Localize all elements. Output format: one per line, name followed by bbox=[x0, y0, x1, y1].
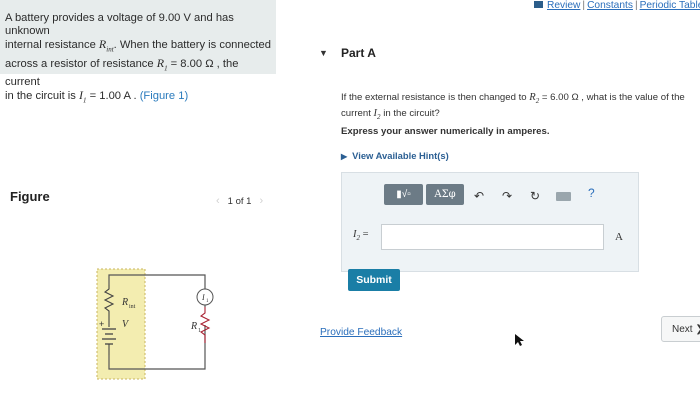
problem-line: across a resistor of resistance R1 = 8.0… bbox=[5, 56, 239, 88]
book-icon bbox=[534, 1, 543, 8]
redo-icon[interactable]: ↷ bbox=[502, 189, 512, 203]
problem-line: internal resistance Rint. When the batte… bbox=[5, 37, 271, 54]
circuit-diagram: R int + V I 1 R 1 bbox=[96, 268, 214, 380]
undo-icon[interactable]: ↶ bbox=[474, 189, 484, 203]
variable-r2: R2 bbox=[529, 92, 540, 106]
templates-button[interactable]: ▮√▫ bbox=[384, 184, 423, 205]
variable-i1: I1 bbox=[79, 87, 87, 105]
mouse-cursor-icon bbox=[515, 334, 524, 346]
problem-line: in the circuit is I1 = 1.00 A . (Figure … bbox=[5, 87, 189, 105]
variable-i2: I2 bbox=[373, 107, 381, 121]
answer-input[interactable] bbox=[381, 224, 604, 250]
figure-counter: 1 of 1 bbox=[227, 196, 252, 207]
problem-line: A battery provides a voltage of 9.00 V a… bbox=[5, 12, 234, 38]
ammeter-label: I bbox=[201, 293, 205, 302]
figure-next-button[interactable]: › bbox=[251, 195, 271, 207]
hints-expand-icon: ▶ bbox=[341, 152, 348, 161]
answer-unit: A bbox=[615, 231, 623, 243]
variable-r1: R1 bbox=[156, 56, 168, 73]
problem-statement: A battery provides a voltage of 9.00 V a… bbox=[0, 0, 276, 104]
review-link[interactable]: Review bbox=[547, 0, 580, 11]
r-int-label: R bbox=[121, 297, 128, 308]
greek-symbols-button[interactable]: ΑΣφ bbox=[426, 184, 464, 205]
figure-prev-button[interactable]: ‹ bbox=[208, 195, 228, 207]
question-text: If the external resistance is then chang… bbox=[341, 92, 685, 121]
answer-label: I2 = bbox=[353, 229, 369, 243]
keyboard-icon[interactable] bbox=[556, 192, 571, 201]
link-separator: | bbox=[634, 0, 638, 11]
resource-links: Review | Constants | Periodic Table bbox=[534, 0, 700, 11]
help-icon[interactable]: ? bbox=[588, 186, 595, 200]
reset-icon[interactable]: ↻ bbox=[530, 189, 540, 203]
submit-button[interactable]: Submit bbox=[348, 269, 400, 291]
part-title[interactable]: Part A bbox=[341, 46, 376, 60]
answer-instruction: Express your answer numerically in amper… bbox=[341, 126, 550, 137]
next-button[interactable]: Next ❯ bbox=[661, 316, 700, 342]
ammeter bbox=[196, 288, 214, 306]
view-hints-link[interactable]: ▶ View Available Hint(s) bbox=[341, 150, 449, 161]
provide-feedback-link[interactable]: Provide Feedback bbox=[320, 327, 402, 338]
part-collapse-icon[interactable]: ▼ bbox=[319, 48, 328, 58]
battery-plus-sign: + bbox=[99, 319, 104, 329]
figure-label: Figure bbox=[10, 189, 50, 204]
variable-r-int: Rint bbox=[98, 37, 114, 54]
figure-pagination: ‹ 1 of 1 › bbox=[208, 195, 271, 207]
r-int-subscript: int bbox=[129, 304, 136, 310]
figure-link[interactable]: (Figure 1) bbox=[140, 90, 189, 102]
r1-label: R bbox=[190, 321, 197, 332]
constants-link[interactable]: Constants bbox=[587, 0, 633, 11]
periodic-table-link[interactable]: Periodic Table bbox=[640, 0, 700, 11]
hints-label: View Available Hint(s) bbox=[352, 150, 449, 161]
r1-subscript: 1 bbox=[198, 328, 201, 334]
